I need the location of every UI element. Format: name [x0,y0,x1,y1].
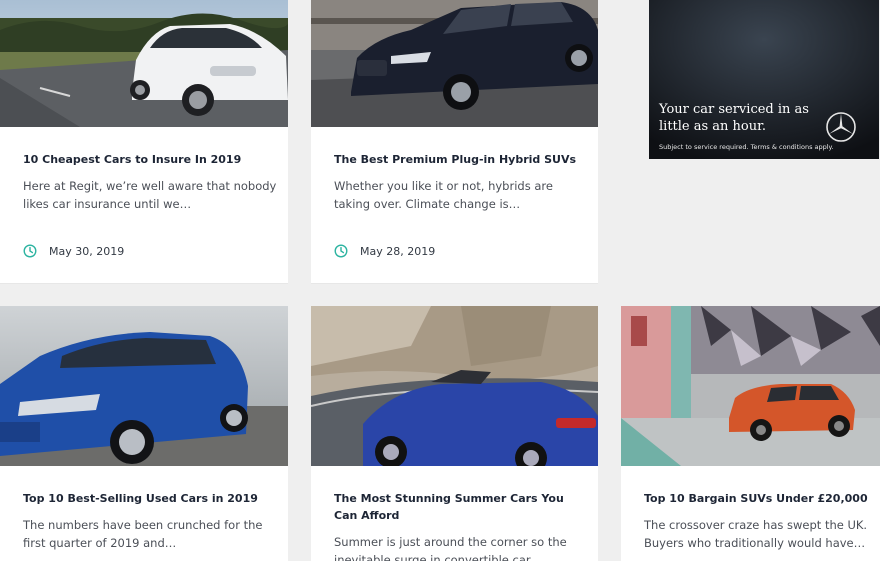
article-date: May 30, 2019 [49,244,125,258]
article-excerpt: The numbers have been crunched for the f… [23,518,263,550]
article-card[interactable]: 10 Cheapest Cars to Insure In 2019 Here … [0,0,288,283]
article-title[interactable]: 10 Cheapest Cars to Insure In 2019 [23,151,276,168]
article-excerpt: Summer is just around the corner so the … [334,535,567,561]
article-date-row: May 28, 2019 [334,242,435,260]
clock-icon [334,244,348,258]
article-image-blue-convertible[interactable] [311,306,598,466]
article-date-row: May 30, 2019 [23,242,124,260]
ad-small-print: Subject to service required. Terms & con… [659,143,834,151]
article-image-blue-hatchback[interactable] [0,306,288,466]
clock-icon [23,244,37,258]
article-title[interactable]: The Best Premium Plug-in Hybrid SUVs [334,151,586,168]
article-title[interactable]: The Most Stunning Summer Cars You Can Af… [334,490,586,524]
article-excerpt: The crossover craze has swept the UK. Bu… [644,518,868,550]
article-title[interactable]: Top 10 Bargain SUVs Under £20,000 [644,490,868,507]
article-card[interactable]: Top 10 Best-Selling Used Cars in 2019 Th… [0,306,288,561]
article-card[interactable]: The Most Stunning Summer Cars You Can Af… [311,306,598,561]
article-title[interactable]: Top 10 Best-Selling Used Cars in 2019 [23,490,276,507]
three-pointed-star-logo-icon [826,112,856,142]
advertisement-banner[interactable]: Your car serviced in as little as an hou… [649,0,879,159]
article-card[interactable]: The Best Premium Plug-in Hybrid SUVs Whe… [311,0,598,283]
article-excerpt: Whether you like it or not, hybrids are … [334,179,553,211]
article-image-white-hatchback[interactable] [0,0,288,127]
article-excerpt: Here at Regit, we’re well aware that nob… [23,179,277,211]
article-card[interactable]: Top 10 Bargain SUVs Under £20,000 The cr… [621,306,880,561]
article-image-orange-suv[interactable] [621,306,880,466]
article-date: May 28, 2019 [360,244,436,258]
article-image-dark-suv[interactable] [311,0,598,127]
ad-headline: Your car serviced in as little as an hou… [659,102,809,134]
